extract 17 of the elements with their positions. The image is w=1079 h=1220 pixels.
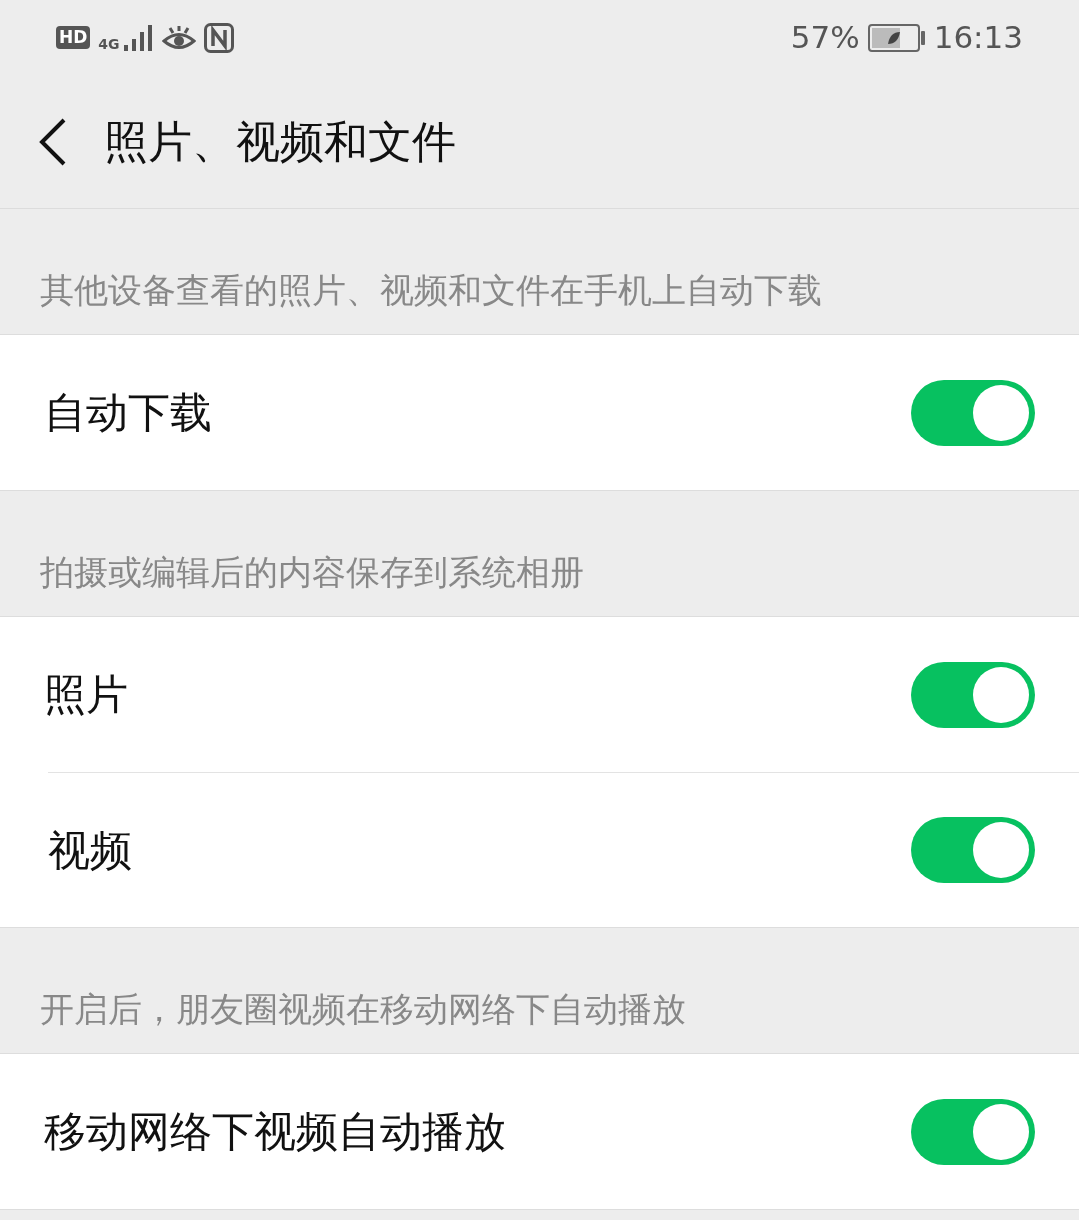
- section-caption: 其他设备查看的照片、视频和文件在手机上自动下载: [39, 269, 823, 312]
- page-title: 照片、视频和文件: [104, 114, 456, 169]
- section-caption: 拍摄或编辑后的内容保存到系统相册: [39, 551, 585, 594]
- section-caption: 开启后，朋友圈视频在移动网络下自动播放: [39, 988, 687, 1031]
- setting-label: 照片: [44, 669, 128, 721]
- back-icon[interactable]: [38, 116, 68, 167]
- hd-badge: HD: [56, 26, 91, 49]
- setting-label: 自动下载: [44, 387, 212, 439]
- setting-label: 移动网络下视频自动播放: [44, 1106, 506, 1158]
- eye-icon: [161, 23, 196, 52]
- setting-label: 视频: [48, 824, 132, 877]
- battery-icon: [867, 23, 926, 52]
- network-type: 4G: [98, 36, 120, 51]
- nfc-icon: [203, 22, 234, 53]
- clock: 16:13: [933, 18, 1023, 58]
- battery-percent: 57%: [790, 18, 860, 58]
- signal-icon: [123, 24, 154, 51]
